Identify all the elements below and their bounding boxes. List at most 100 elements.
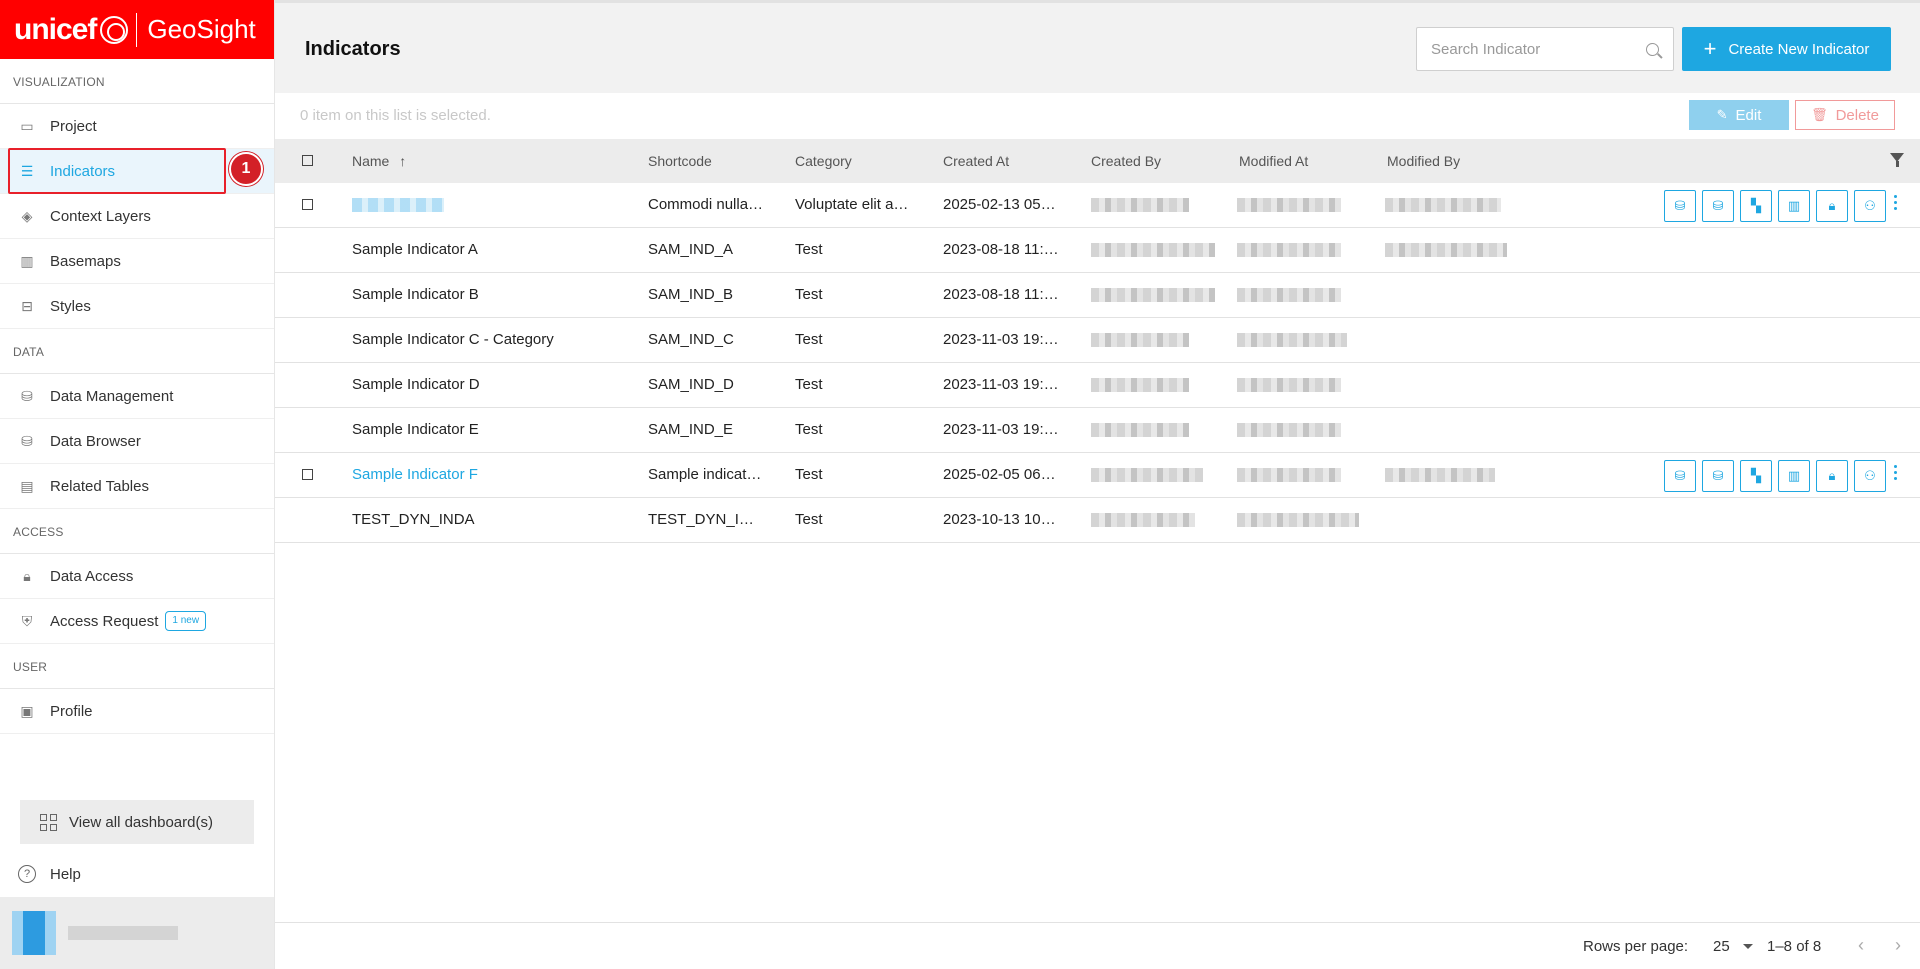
new-count-badge: 1 new [165, 611, 207, 631]
plus-icon: + [1703, 36, 1717, 61]
table-row[interactable]: Sample Indicator C - Category SAM_IND_C … [275, 318, 1920, 363]
sidebar-item-access-request[interactable]: ⛨ Access Request 1 new [0, 599, 274, 644]
data-browser-icon[interactable]: ⛁ [1702, 460, 1734, 492]
cell-shortcode: SAM_IND_E [648, 421, 734, 438]
sidebar-item-styles[interactable]: ⊟ Styles [0, 284, 274, 329]
users-icon[interactable]: ⚇ [1854, 460, 1886, 492]
user-bar[interactable] [0, 897, 274, 969]
section-label: DATA [0, 329, 274, 374]
map-icon[interactable]: ▥ [1778, 460, 1810, 492]
next-page-button[interactable]: › [1895, 935, 1901, 956]
table-row[interactable]: Sample Indicator B SAM_IND_B Test 2023-0… [275, 273, 1920, 318]
cell-shortcode: SAM_IND_C [648, 331, 734, 348]
cell-created-at: 2025-02-13 05… [943, 196, 1056, 213]
sidebar-item-data-access[interactable]: 🔒︎ Data Access [0, 554, 274, 599]
redacted-created-by [1091, 333, 1189, 347]
sidebar-item-profile[interactable]: ▣ Profile [0, 689, 274, 734]
pencil-icon: ✎ [1716, 107, 1728, 122]
redacted-modified-at [1237, 243, 1341, 257]
help-link[interactable]: ? Help [0, 852, 274, 896]
cell-name-link[interactable]: Sample Indicator F [352, 466, 478, 483]
lock-icon[interactable]: 🔒︎ [1816, 460, 1848, 492]
grid-icon [40, 813, 57, 831]
cell-shortcode: SAM_IND_B [648, 286, 734, 303]
lock-icon[interactable]: 🔒︎ [1816, 190, 1848, 222]
column-header-category[interactable]: Category [795, 153, 852, 169]
sidebar-item-context-layers[interactable]: ◈ Context Layers [0, 194, 274, 239]
rows-per-page-select[interactable]: 25 [1713, 938, 1730, 955]
cell-category: Test [795, 241, 823, 258]
sidebar: unicef GeoSight VISUALIZATION ▭ Project … [0, 0, 275, 969]
table-header: Name ↑ Shortcode Category Created At Cre… [275, 139, 1920, 183]
sidebar-item-label: Styles [50, 297, 91, 315]
cell-shortcode: SAM_IND_A [648, 241, 734, 258]
redacted-modified-at [1237, 513, 1359, 527]
cell-created-at: 2023-11-03 19:… [943, 421, 1059, 438]
table-row[interactable]: Sample Indicator E SAM_IND_E Test 2023-1… [275, 408, 1920, 453]
section-data: DATA ⛁ Data Management ⛁ Data Browser ▤ … [0, 329, 274, 509]
column-header-created-by[interactable]: Created By [1091, 153, 1161, 169]
cell-category: Test [795, 376, 823, 393]
column-header-modified-at[interactable]: Modified At [1239, 153, 1308, 169]
column-header-name[interactable]: Name ↑ [352, 153, 406, 169]
filter-icon[interactable] [1890, 153, 1904, 167]
map-icon[interactable]: ▥ [1778, 190, 1810, 222]
cell-created-at: 2023-08-18 11:… [943, 286, 1059, 303]
cell-category: Test [795, 331, 823, 348]
section-user: USER ▣ Profile [0, 644, 274, 734]
trash-icon: 🗑︎ [1811, 107, 1828, 122]
database-icon[interactable]: ⛁ [1664, 460, 1696, 492]
search-box[interactable] [1416, 27, 1674, 71]
search-input[interactable] [1431, 40, 1646, 58]
user-name-redacted [68, 926, 178, 940]
caret-down-icon[interactable] [1743, 944, 1753, 949]
cell-name: Sample Indicator D [352, 376, 480, 393]
sidebar-item-project[interactable]: ▭ Project [0, 104, 274, 149]
layers-icon: ◈ [21, 207, 33, 224]
delete-button[interactable]: 🗑︎ Delete [1795, 100, 1895, 130]
cell-name: TEST_DYN_INDA [352, 511, 475, 528]
column-header-shortcode[interactable]: Shortcode [648, 153, 712, 169]
data-browser-icon[interactable]: ⛁ [1702, 190, 1734, 222]
redacted-created-by [1091, 468, 1203, 482]
edit-button[interactable]: ✎ Edit [1689, 100, 1789, 130]
search-icon[interactable] [1646, 42, 1659, 56]
table-row[interactable]: Sample Indicator F Sample indicat… Test … [275, 453, 1920, 498]
table-row[interactable]: Sample Indicator D SAM_IND_D Test 2023-1… [275, 363, 1920, 408]
sidebar-item-basemaps[interactable]: ▥ Basemaps [0, 239, 274, 284]
redacted-modified-at [1237, 423, 1341, 437]
sidebar-item-label: Project [50, 117, 97, 135]
table-row[interactable]: TEST_DYN_INDA TEST_DYN_I… Test 2023-10-1… [275, 498, 1920, 543]
page-title: Indicators [305, 38, 401, 60]
brand-header[interactable]: unicef GeoSight [0, 0, 274, 59]
sidebar-item-related-tables[interactable]: ▤ Related Tables [0, 464, 274, 509]
column-header-created-at[interactable]: Created At [943, 153, 1009, 169]
more-options-icon[interactable] [1894, 465, 1898, 480]
row-checkbox[interactable] [302, 469, 313, 480]
app-name: GeoSight [147, 14, 256, 44]
view-all-dashboards-label: View all dashboard(s) [69, 813, 213, 831]
sidebar-item-data-browser[interactable]: ⛁ Data Browser [0, 419, 274, 464]
select-all-checkbox[interactable] [302, 155, 313, 166]
sidebar-item-data-management[interactable]: ⛁ Data Management [0, 374, 274, 419]
create-new-indicator-button[interactable]: + Create New Indicator [1682, 27, 1891, 71]
value-manager-icon[interactable]: ▚ [1740, 190, 1772, 222]
column-header-modified-by[interactable]: Modified By [1387, 153, 1460, 169]
column-label: Name [352, 153, 390, 169]
section-access: ACCESS 🔒︎ Data Access ⛨ Access Request 1… [0, 509, 274, 644]
pagination-range: 1–8 of 8 [1767, 938, 1822, 955]
cell-category: Test [795, 511, 823, 528]
table-row[interactable]: Commodi nulla… Voluptate elit a… 2025-02… [275, 183, 1920, 228]
more-options-icon[interactable] [1894, 195, 1898, 210]
database-icon[interactable]: ⛁ [1664, 190, 1696, 222]
value-manager-icon[interactable]: ▚ [1740, 460, 1772, 492]
annotation-step-badge: 1 [229, 152, 263, 186]
redacted-modified-at [1237, 288, 1341, 302]
question-icon: ? [18, 865, 36, 883]
row-checkbox[interactable] [302, 199, 313, 210]
previous-page-button[interactable]: ‹ [1858, 935, 1864, 956]
redacted-created-by [1091, 243, 1215, 257]
table-row[interactable]: Sample Indicator A SAM_IND_A Test 2023-0… [275, 228, 1920, 273]
users-icon[interactable]: ⚇ [1854, 190, 1886, 222]
view-all-dashboards-button[interactable]: View all dashboard(s) [20, 800, 254, 844]
